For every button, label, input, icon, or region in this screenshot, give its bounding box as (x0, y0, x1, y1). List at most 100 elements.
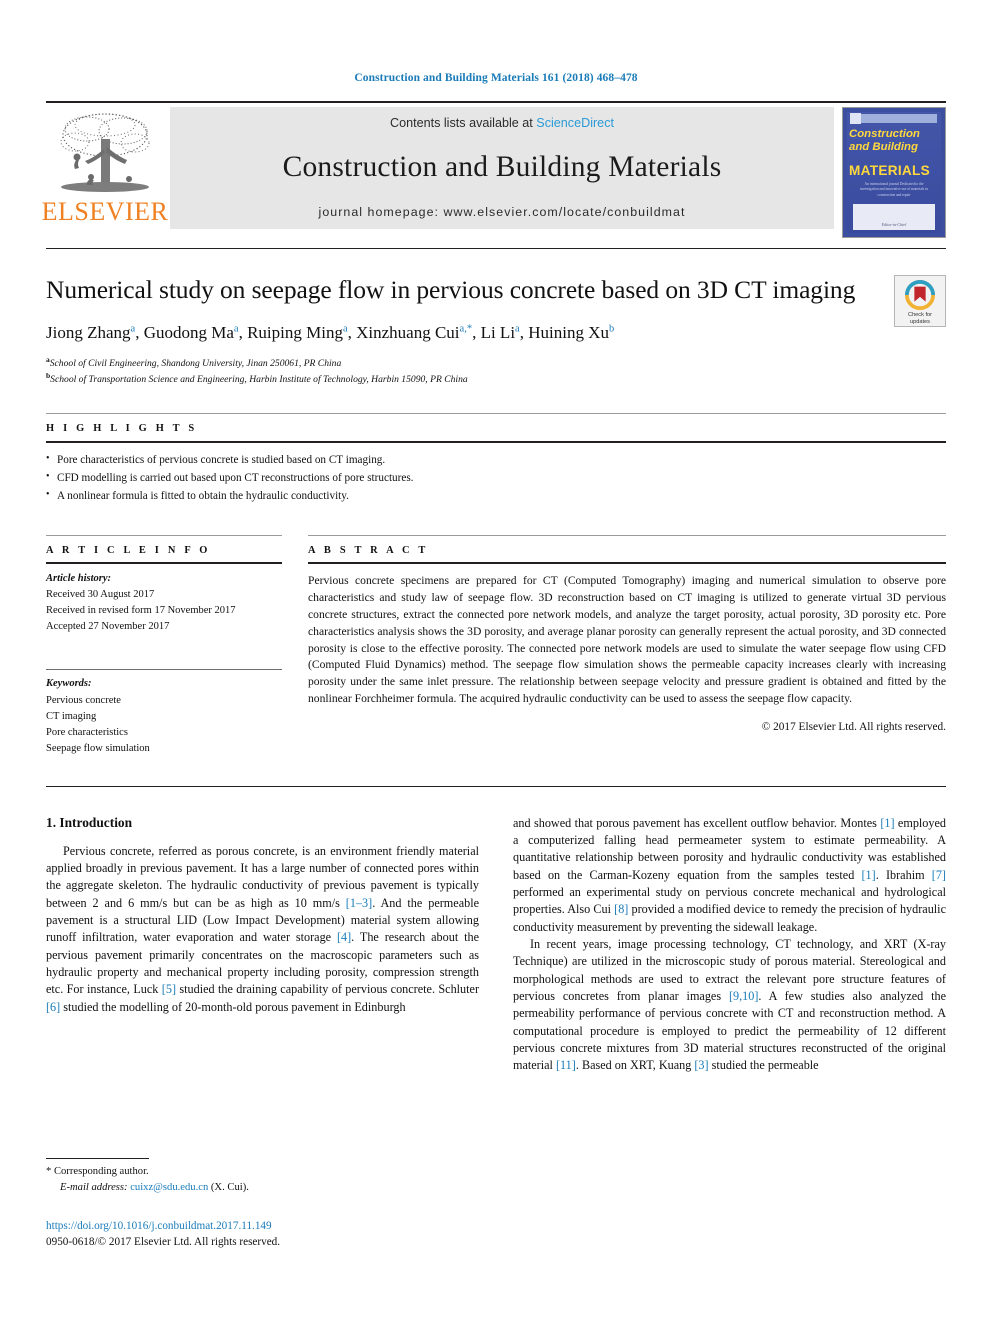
page-title: Numerical study on seepage flow in pervi… (46, 275, 856, 304)
article-info-heading: A R T I C L E I N F O (46, 545, 211, 557)
issn-copyright-line: 0950-0618/© 2017 Elsevier Ltd. All right… (46, 1236, 281, 1249)
info-abstract-section: A R T I C L E I N F O Article history: R… (46, 535, 946, 757)
citation-ref[interactable]: [5] (162, 982, 176, 996)
abstract-closing-rule (46, 785, 946, 787)
crossmark-badge[interactable]: Check for updates (894, 275, 946, 327)
affiliation-item: aSchool of Civil Engineering, Shandong U… (46, 355, 878, 371)
abstract-text: Pervious concrete specimens are prepared… (308, 574, 946, 706)
citation-ref[interactable]: [1–3] (346, 896, 372, 910)
citation-ref[interactable]: [7] (932, 868, 946, 882)
corresponding-author-note: * Corresponding author. (46, 1166, 149, 1177)
body-columns: 1. Introduction Pervious concrete, refer… (46, 815, 946, 1075)
citation-ref[interactable]: [6] (46, 1000, 60, 1014)
body-column-left: 1. Introduction Pervious concrete, refer… (46, 815, 479, 1075)
author-mark: a (233, 323, 239, 335)
paragraph-text: . Ibrahim (875, 867, 932, 882)
history-item: Accepted 27 November 2017 (46, 621, 170, 633)
journal-cover-thumbnail: Construction and Building MATERIALS An i… (842, 107, 946, 238)
highlights-list: Pore characteristics of pervious concret… (46, 443, 946, 505)
affiliation-item: bSchool of Transportation Science and En… (46, 371, 878, 387)
email-label: E-mail address: (60, 1181, 128, 1193)
affiliation-text: School of Civil Engineering, Shandong Un… (49, 358, 342, 370)
keyword-item: Pore characteristics (46, 727, 128, 739)
keyword-item: CT imaging (46, 710, 97, 722)
citation-ref[interactable]: [1] (880, 816, 894, 830)
email-link[interactable]: cuixz@sdu.edu.cn (130, 1182, 208, 1193)
cover-top-bar (851, 114, 937, 123)
email-suffix: (X. Cui). (210, 1181, 249, 1193)
footnote-block: * Corresponding author. E-mail address: … (46, 1158, 476, 1196)
history-item: Received in revised form 17 November 201… (46, 605, 236, 617)
highlights-heading: H I G H L I G H T S (46, 423, 198, 435)
journal-homepage-link[interactable]: journal homepage: www.elsevier.com/locat… (319, 205, 686, 219)
paragraph: and showed that porous pavement has exce… (513, 815, 946, 936)
elsevier-tree-icon (60, 113, 150, 192)
highlights-section: H I G H L I G H T S Pore characteristics… (46, 413, 946, 505)
running-head: Construction and Building Materials 161 … (354, 72, 638, 84)
list-item: Pore characteristics of pervious concret… (46, 451, 946, 470)
crossmark-label-line1: Check for (908, 312, 932, 319)
contents-lists-line: Contents lists available at ScienceDirec… (390, 116, 614, 130)
crossmark-label-line2: updates (910, 319, 930, 326)
citation-ref[interactable]: [4] (337, 930, 351, 944)
author-name: Huining Xu (528, 323, 609, 343)
keywords-block: Keywords: Pervious concrete CT imaging P… (46, 670, 282, 757)
paper-page: Construction and Building Materials 161 … (0, 0, 992, 1323)
article-history-label: Article history: (46, 573, 112, 585)
author-mark: a (342, 323, 348, 335)
email-note: E-mail address: cuixz@sdu.edu.cn (X. Cui… (46, 1180, 476, 1196)
author-mark: a (515, 323, 520, 335)
affiliation-text: School of Transportation Science and Eng… (50, 374, 468, 386)
paragraph-text: studied the modelling of 20-month-old po… (60, 999, 406, 1014)
author-mark: a (130, 323, 136, 335)
cover-title-line2: and Building (849, 141, 918, 154)
abstract-copyright: © 2017 Elsevier Ltd. All rights reserved… (761, 720, 946, 733)
journal-masthead: ELSEVIER Contents lists available at Sci… (42, 101, 946, 240)
author-mark: b (608, 323, 615, 335)
footnote-rule (46, 1158, 149, 1159)
journal-band: Contents lists available at ScienceDirec… (170, 107, 834, 229)
keyword-item: Pervious concrete (46, 694, 121, 706)
keyword-item: Seepage flow simulation (46, 743, 150, 755)
citation-ref[interactable]: [11] (556, 1058, 576, 1072)
cover-blurb: An international journal Dedicated to th… (859, 182, 929, 197)
paragraph-text: studied the draining capability of pervi… (176, 982, 480, 997)
author-name: Xinzhuang Cui (356, 323, 460, 343)
affiliation-list: aSchool of Civil Engineering, Shandong U… (46, 355, 878, 387)
doi-link[interactable]: https://doi.org/10.1016/j.conbuildmat.20… (46, 1218, 280, 1234)
footer-doi-block: https://doi.org/10.1016/j.conbuildmat.20… (46, 1218, 280, 1250)
cover-title: Construction and Building (849, 128, 939, 155)
cover-title-line3: MATERIALS (849, 163, 930, 178)
citation-ref[interactable]: [8] (614, 902, 628, 916)
citation-ref[interactable]: [3] (694, 1058, 708, 1072)
paragraph-text: studied the permeable (708, 1058, 819, 1073)
list-item: CFD modelling is carried out based upon … (46, 469, 946, 488)
elsevier-logo: ELSEVIER (42, 107, 168, 225)
crossmark-label: Check for updates (908, 312, 932, 326)
author-name: Guodong Ma (143, 323, 234, 343)
elsevier-wordmark: ELSEVIER (41, 197, 169, 226)
abstract-column: A B S T R A C T Pervious concrete specim… (308, 535, 946, 757)
title-column: Numerical study on seepage flow in pervi… (46, 273, 894, 387)
sciencedirect-link[interactable]: ScienceDirect (536, 116, 614, 130)
section-heading-introduction: 1. Introduction (46, 814, 133, 830)
citation-ref[interactable]: [1] (862, 868, 876, 882)
history-item: Received 30 August 2017 (46, 589, 155, 601)
paragraph: Pervious concrete, referred as porous co… (46, 843, 479, 1016)
author-list: Jiong Zhanga, Guodong Maa, Ruiping Minga… (46, 323, 615, 343)
journal-title: Construction and Building Materials (282, 151, 722, 183)
citation-ref[interactable]: [9,10] (729, 989, 758, 1003)
contents-prefix: Contents lists available at (389, 116, 537, 130)
paragraph-text: and showed that porous pavement has exce… (513, 815, 881, 830)
body-column-right: and showed that porous pavement has exce… (513, 815, 946, 1075)
title-block: Numerical study on seepage flow in pervi… (46, 249, 946, 387)
cover-title-line1: Construction (849, 128, 920, 140)
author-mark: a,* (459, 323, 473, 335)
keywords-label: Keywords: (46, 678, 92, 690)
author-name: Li Li (480, 323, 516, 343)
article-info-column: A R T I C L E I N F O Article history: R… (46, 535, 308, 757)
article-history-block: Article history: Received 30 August 2017… (46, 564, 282, 635)
list-item: A nonlinear formula is fitted to obtain … (46, 487, 946, 506)
paragraph-text: . Based on XRT, Kuang (575, 1058, 695, 1073)
paragraph: In recent years, image processing techno… (513, 936, 946, 1075)
